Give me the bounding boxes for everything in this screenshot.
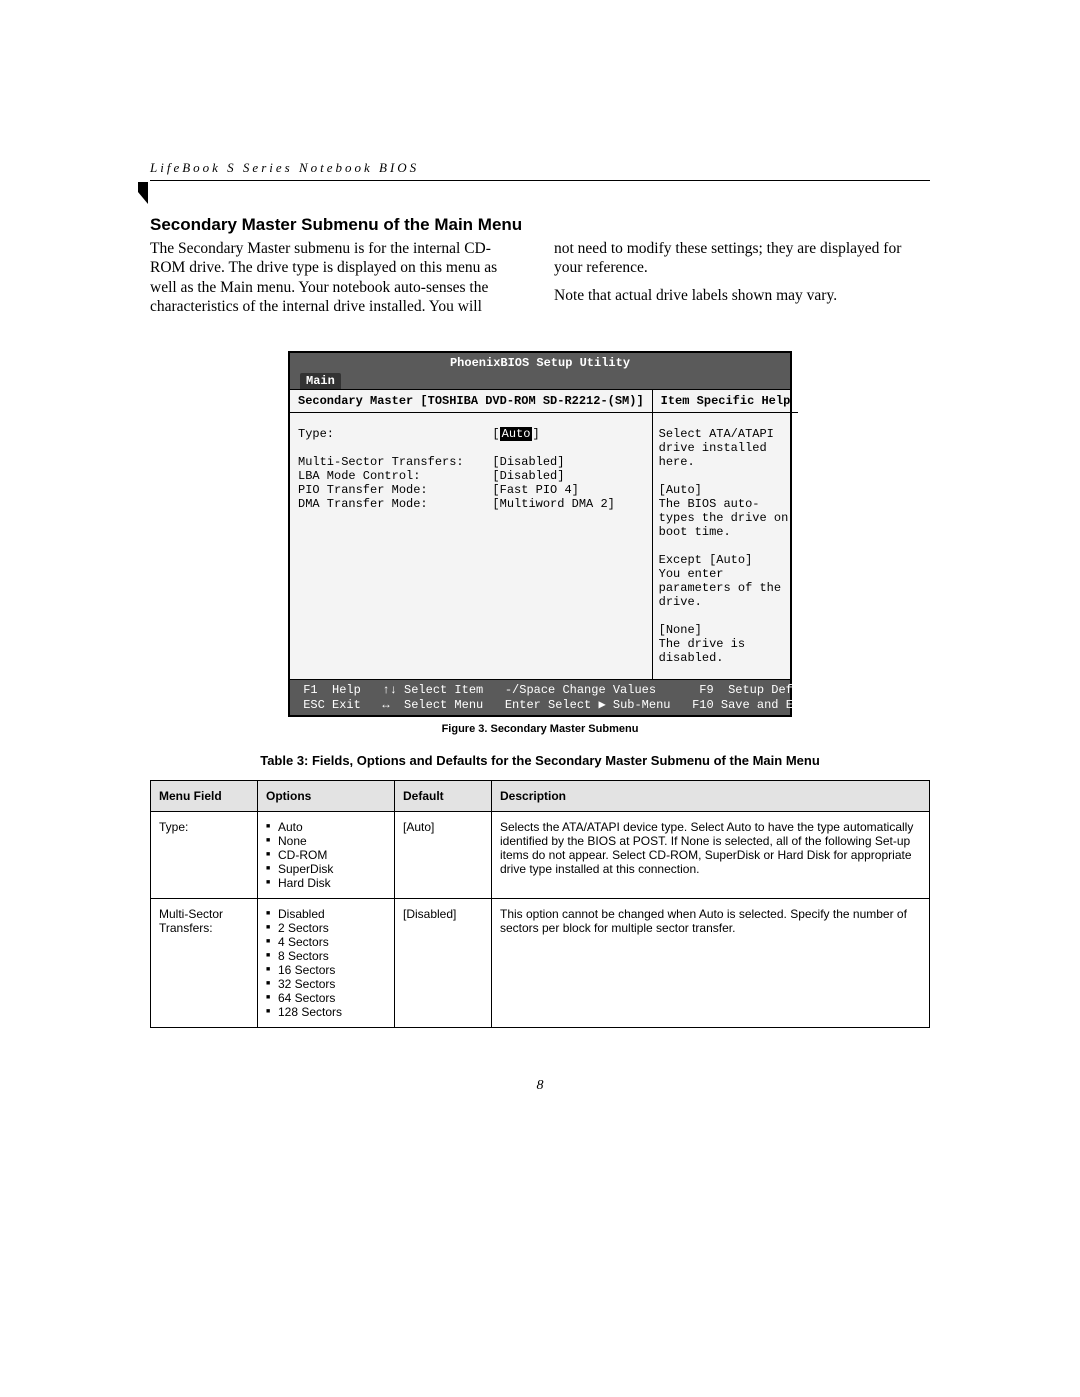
bios-breadcrumb: Secondary Master [TOSHIBA DVD-ROM SD-R22…	[290, 390, 652, 413]
option-item: 4 Sectors	[266, 935, 386, 949]
option-item: 2 Sectors	[266, 921, 386, 935]
option-item: 128 Sectors	[266, 1005, 386, 1019]
option-item: 32 Sectors	[266, 977, 386, 991]
table-row: Type:AutoNoneCD-ROMSuperDiskHard Disk[Au…	[151, 811, 930, 898]
table-header: Description	[492, 780, 930, 811]
cell-default: [Disabled]	[395, 898, 492, 1027]
cell-description: This option cannot be changed when Auto …	[492, 898, 930, 1027]
cell-options: AutoNoneCD-ROMSuperDiskHard Disk	[258, 811, 395, 898]
options-table: Menu FieldOptionsDefaultDescription Type…	[150, 780, 930, 1028]
bios-key-legend: F1 Help ↑↓ Select Item -/Space Change Va…	[290, 680, 790, 715]
intro-text-right-1: not need to modify these settings; they …	[554, 239, 930, 278]
option-item: 8 Sectors	[266, 949, 386, 963]
option-item: Disabled	[266, 907, 386, 921]
cell-field: Multi-Sector Transfers:	[151, 898, 258, 1027]
intro-text-left: The Secondary Master submenu is for the …	[150, 239, 526, 317]
intro-text-right-2: Note that actual drive labels shown may …	[554, 286, 930, 305]
running-header: LifeBook S Series Notebook BIOS	[150, 160, 930, 181]
bios-title: PhoenixBIOS Setup Utility	[290, 353, 790, 373]
table-header: Options	[258, 780, 395, 811]
cell-default: [Auto]	[395, 811, 492, 898]
bios-help-text: Select ATA/ATAPI drive installed here. […	[653, 413, 799, 679]
option-item: 16 Sectors	[266, 963, 386, 977]
option-item: Auto	[266, 820, 386, 834]
cell-options: Disabled2 Sectors4 Sectors8 Sectors16 Se…	[258, 898, 395, 1027]
section-heading: Secondary Master Submenu of the Main Men…	[150, 215, 930, 235]
option-item: Hard Disk	[266, 876, 386, 890]
cell-description: Selects the ATA/ATAPI device type. Selec…	[492, 811, 930, 898]
option-item: 64 Sectors	[266, 991, 386, 1005]
table-caption: Table 3: Fields, Options and Defaults fo…	[150, 753, 930, 768]
table-header: Menu Field	[151, 780, 258, 811]
bios-screenshot: PhoenixBIOS Setup Utility Main Secondary…	[288, 351, 792, 717]
option-item: CD-ROM	[266, 848, 386, 862]
table-row: Multi-Sector Transfers:Disabled2 Sectors…	[151, 898, 930, 1027]
option-item: SuperDisk	[266, 862, 386, 876]
page-number: 8	[150, 1078, 930, 1094]
bios-help-header: Item Specific Help	[653, 390, 799, 413]
figure-caption: Figure 3. Secondary Master Submenu	[150, 723, 930, 735]
bios-tab-main: Main	[300, 373, 341, 389]
bios-settings-panel: Type: [Auto] Multi-Sector Transfers: [Di…	[290, 413, 652, 651]
table-header: Default	[395, 780, 492, 811]
cell-field: Type:	[151, 811, 258, 898]
option-item: None	[266, 834, 386, 848]
